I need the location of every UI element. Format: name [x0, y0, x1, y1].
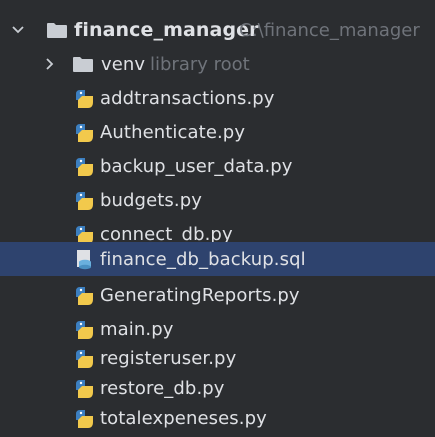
project-tree: finance_manager C:\finance_manager venv …	[0, 0, 435, 437]
venv-name: venv	[101, 53, 146, 75]
file-name: Authenticate.py	[100, 121, 246, 143]
file-name: totalexpeneses.py	[100, 407, 267, 429]
tree-row-file[interactable]: restore_db.py	[0, 371, 435, 405]
venv-hint: library root	[150, 53, 250, 75]
tree-row-file[interactable]: registeruser.py	[0, 341, 435, 375]
python-file-icon	[73, 189, 95, 211]
python-file-icon	[73, 347, 95, 369]
file-name: GeneratingReports.py	[100, 284, 300, 306]
file-name: addtransactions.py	[100, 87, 275, 109]
file-name: backup_user_data.py	[100, 155, 293, 177]
tree-row-file-selected[interactable]: finance_db_backup.sql	[0, 242, 435, 276]
folder-icon	[46, 22, 68, 39]
project-path: C:\finance_manager	[239, 19, 420, 41]
tree-row-file[interactable]: totalexpeneses.py	[0, 401, 435, 435]
python-file-icon	[73, 318, 95, 340]
file-name: budgets.py	[100, 189, 202, 211]
chevron-down-icon[interactable]	[10, 22, 26, 38]
file-name: finance_db_backup.sql	[100, 248, 306, 270]
tree-row-file[interactable]: budgets.py	[0, 183, 435, 217]
tree-row-venv[interactable]: venv library root	[0, 47, 435, 81]
tree-row-file[interactable]: Authenticate.py	[0, 115, 435, 149]
project-name: finance_manager	[74, 19, 259, 41]
folder-icon	[72, 56, 94, 73]
python-file-icon	[73, 407, 95, 429]
tree-row-project[interactable]: finance_manager C:\finance_manager	[0, 13, 435, 47]
python-file-icon	[73, 155, 95, 177]
file-name: restore_db.py	[100, 377, 225, 399]
sql-file-icon	[73, 248, 95, 270]
file-name: main.py	[100, 318, 174, 340]
file-name: registeruser.py	[100, 347, 237, 369]
python-file-icon	[73, 284, 95, 306]
tree-row-file[interactable]: GeneratingReports.py	[0, 278, 435, 312]
python-file-icon	[73, 121, 95, 143]
python-file-icon	[73, 377, 95, 399]
tree-row-file[interactable]: addtransactions.py	[0, 81, 435, 115]
chevron-right-icon[interactable]	[42, 56, 58, 72]
tree-row-file[interactable]: backup_user_data.py	[0, 149, 435, 183]
python-file-icon	[73, 87, 95, 109]
